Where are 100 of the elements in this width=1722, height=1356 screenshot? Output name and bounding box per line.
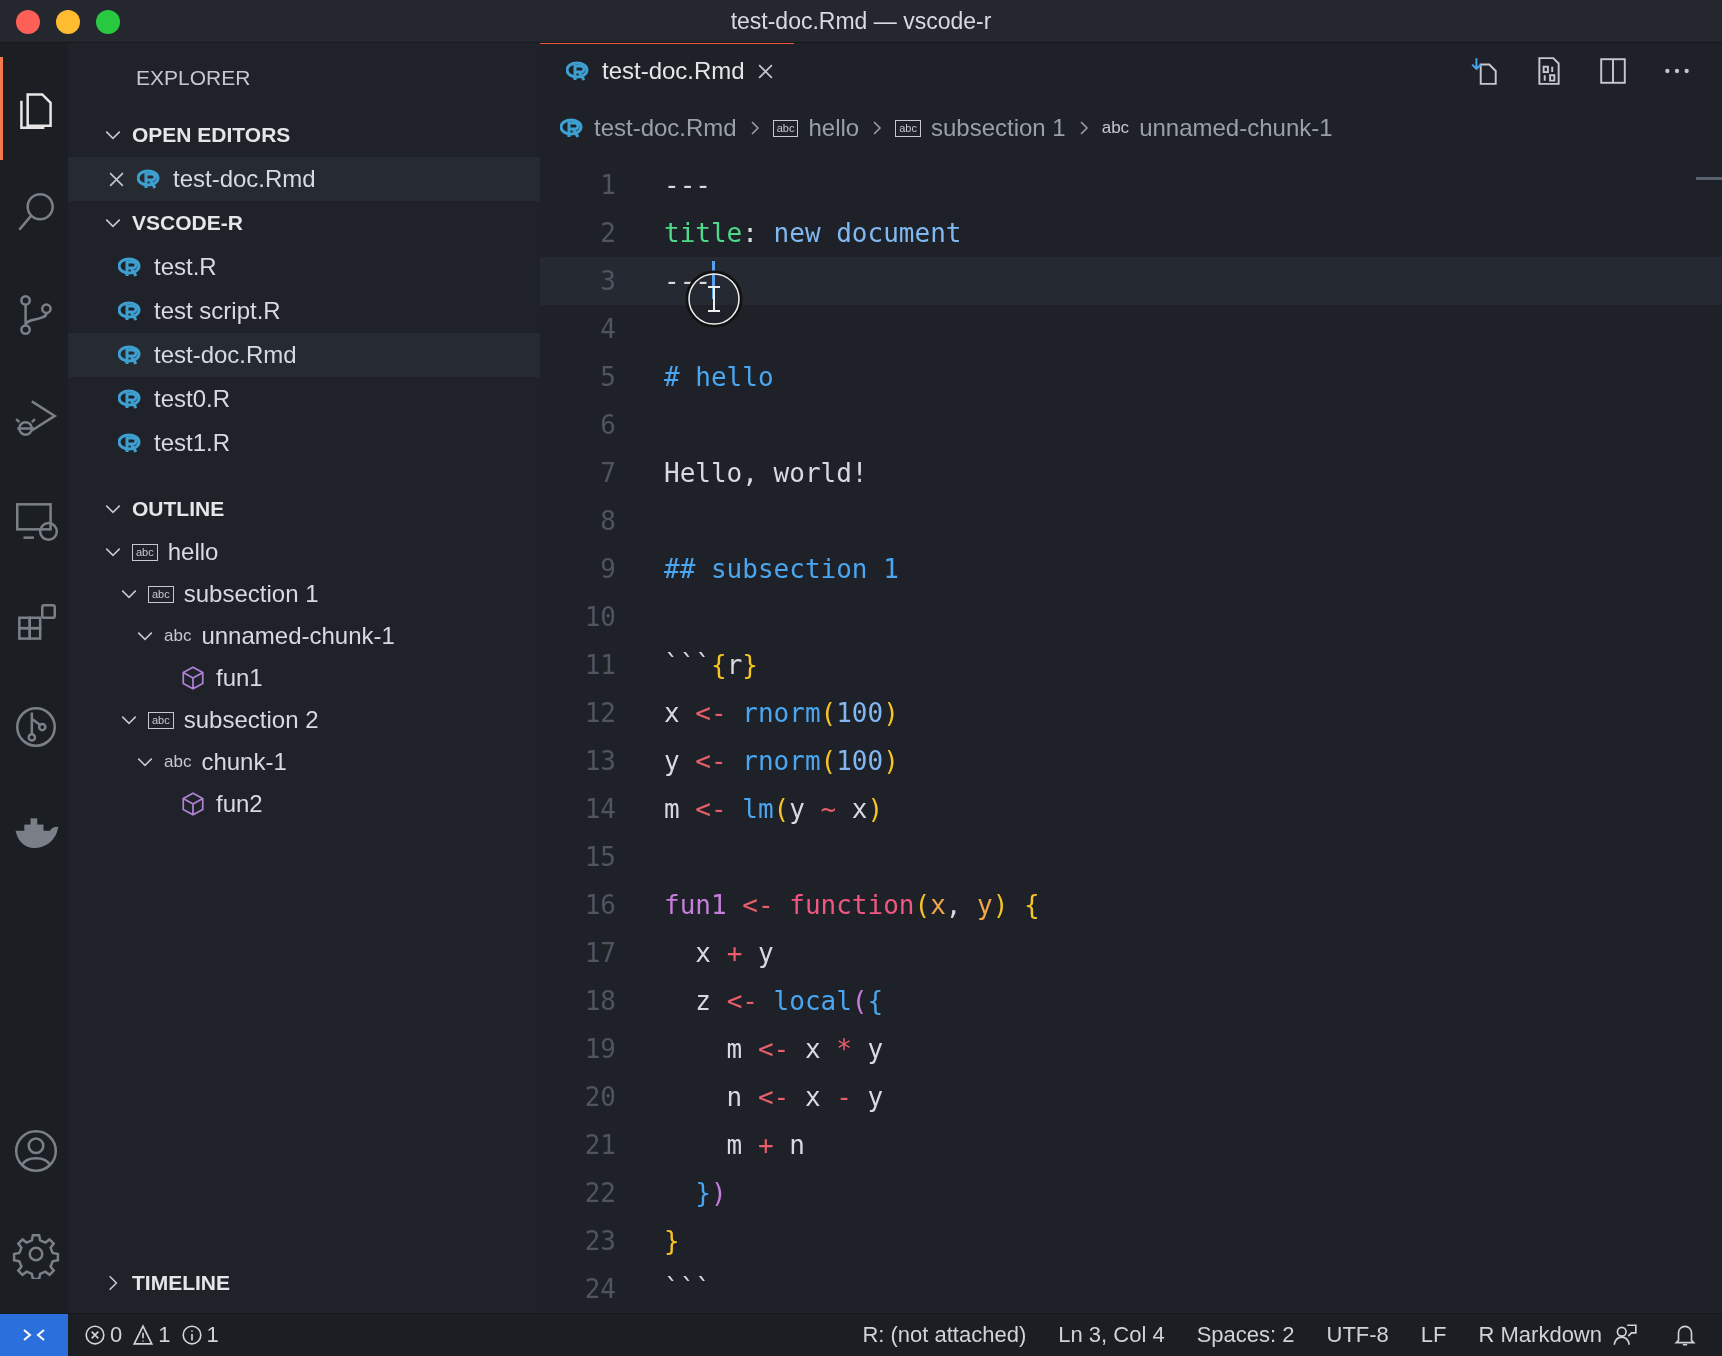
file-item[interactable]: test script.R — [68, 289, 540, 333]
section-header[interactable]: VSCODE-R — [132, 211, 243, 235]
file-item[interactable]: test-doc.Rmd — [68, 333, 540, 377]
line-number: 22 — [583, 1178, 616, 1208]
outline-item[interactable]: fun1 — [216, 664, 263, 692]
line-number: 6 — [599, 410, 616, 440]
file-item[interactable]: test1.R — [68, 421, 540, 465]
outline-item[interactable]: fun2 — [216, 790, 263, 818]
line-number: 21 — [583, 1130, 616, 1160]
code-line: --- — [664, 266, 711, 296]
line-number: 11 — [583, 650, 616, 680]
code-line: ```{r} — [664, 650, 758, 680]
outline-item[interactable]: subsection 2 — [183, 706, 319, 734]
cube-icon — [180, 791, 206, 817]
code-line: z <- local({ — [694, 986, 884, 1016]
code-line: x <- rnorm(100) — [664, 698, 899, 728]
r-file-icon — [118, 301, 142, 321]
line-number: 24 — [583, 1274, 616, 1304]
file-item[interactable]: test0.R — [68, 377, 540, 421]
zoom-window-button[interactable] — [96, 10, 120, 34]
close-icon[interactable] — [756, 62, 774, 80]
outline-item[interactable]: unnamed-chunk-1 — [201, 622, 395, 650]
string-symbol-icon: abc — [164, 752, 192, 772]
info-icon — [180, 1324, 203, 1346]
line-number: 19 — [583, 1034, 616, 1064]
code-line: --- — [664, 170, 711, 200]
breadcrumb-item[interactable]: unnamed-chunk-1 — [1139, 114, 1333, 142]
line-number: 2 — [599, 218, 616, 248]
problems-indicator[interactable]: 0 1 1 — [84, 1322, 225, 1348]
r-file-icon — [118, 257, 142, 277]
status-item[interactable]: LF — [1420, 1322, 1447, 1348]
code-line: m <- lm(y ~ x) — [664, 794, 884, 824]
line-number: 13 — [583, 746, 616, 776]
section-header[interactable]: OUTLINE — [132, 497, 225, 521]
section-header[interactable]: OPEN EDITORS — [132, 123, 291, 147]
file-item[interactable]: test.R — [68, 245, 540, 289]
code-line: fun1 <- function(x, y) { — [664, 890, 1040, 920]
line-number: 17 — [583, 938, 616, 968]
line-number: 5 — [599, 362, 616, 392]
r-file-icon — [118, 345, 142, 365]
code-line: y <- rnorm(100) — [664, 746, 899, 776]
line-number: 16 — [583, 890, 616, 920]
code-line: m <- x * y — [725, 1034, 884, 1064]
code-line: }) — [694, 1178, 727, 1208]
close-window-button[interactable] — [16, 10, 40, 34]
outline-item[interactable]: subsection 1 — [183, 580, 319, 608]
status-item[interactable]: Ln 3, Col 4 — [1058, 1322, 1165, 1348]
code-line: m + n — [725, 1130, 805, 1160]
code-line: x + y — [694, 938, 774, 968]
r-file-icon — [566, 61, 590, 81]
breadcrumb-item[interactable]: test-doc.Rmd — [594, 114, 737, 142]
feedback-icon[interactable] — [1612, 1322, 1638, 1348]
warning-icon — [132, 1324, 155, 1346]
error-icon — [84, 1324, 106, 1346]
line-number: 4 — [599, 314, 616, 344]
string-symbol-icon: abc — [1101, 118, 1130, 138]
download-file-icon[interactable] — [1470, 56, 1500, 86]
code-line: # hello — [664, 362, 774, 392]
code-line: ## subsection 1 — [664, 554, 899, 584]
minimize-window-button[interactable] — [56, 10, 80, 34]
panel-title: EXPLORER — [136, 66, 251, 90]
line-number: 12 — [583, 698, 616, 728]
code-line: Hello, world! — [664, 458, 868, 488]
status-item[interactable]: UTF-8 — [1326, 1322, 1389, 1348]
editor-tab[interactable]: test-doc.Rmd — [540, 42, 794, 98]
line-number: 14 — [583, 794, 616, 824]
line-number: 18 — [583, 986, 616, 1016]
status-item[interactable]: R: (not attached) — [862, 1322, 1027, 1348]
line-number: 1 — [599, 170, 616, 200]
r-file-icon — [137, 169, 161, 189]
code-line: title: new document — [664, 218, 962, 248]
r-file-icon — [118, 389, 142, 409]
cube-icon — [180, 665, 206, 691]
r-file-icon — [118, 433, 142, 453]
status-item[interactable]: Spaces: 2 — [1196, 1322, 1295, 1348]
string-symbol-icon: abc — [164, 626, 192, 646]
code-line: ``` — [664, 1274, 711, 1304]
string-symbol-icon: abc — [772, 119, 799, 137]
line-number: 23 — [583, 1226, 616, 1256]
split-editor-icon[interactable] — [1598, 56, 1628, 86]
string-symbol-icon: abc — [132, 543, 158, 561]
breadcrumb-item[interactable]: subsection 1 — [930, 114, 1066, 142]
string-symbol-icon: abc — [148, 585, 174, 603]
section-header[interactable]: TIMELINE — [132, 1271, 230, 1295]
text-cursor — [712, 261, 715, 299]
breadcrumb-item[interactable]: hello — [808, 114, 860, 142]
string-symbol-icon: abc — [148, 711, 174, 729]
close-icon[interactable] — [108, 170, 125, 188]
line-number: 9 — [599, 554, 616, 584]
window-title: test-doc.Rmd — vscode-r — [730, 7, 992, 35]
outline-item[interactable]: hello — [167, 538, 219, 566]
status-item[interactable]: R Markdown — [1478, 1322, 1602, 1348]
line-number: 20 — [583, 1082, 616, 1112]
outline-item[interactable]: chunk-1 — [201, 748, 287, 776]
string-symbol-icon: abc — [895, 119, 921, 137]
line-number: 7 — [599, 458, 616, 488]
code-line: } — [664, 1226, 680, 1256]
line-number: 15 — [583, 842, 616, 872]
line-number: 8 — [599, 506, 616, 536]
open-editor-item[interactable]: test-doc.Rmd — [68, 157, 540, 201]
